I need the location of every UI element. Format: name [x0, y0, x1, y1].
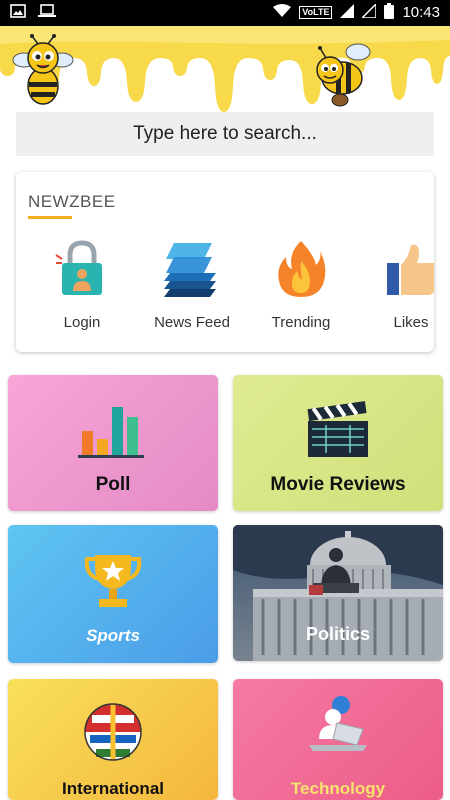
category-technology[interactable]: Technology	[233, 679, 443, 800]
thumbs-up-icon	[356, 238, 434, 300]
category-label: Movie Reviews	[270, 474, 406, 495]
clapperboard-icon	[233, 401, 443, 459]
stacked-layers-icon	[137, 238, 247, 300]
right-bee-mascot	[312, 38, 376, 115]
category-label: Sports	[86, 626, 140, 645]
category-movie-reviews[interactable]: Movie Reviews	[233, 375, 443, 511]
category-international[interactable]: International	[8, 679, 218, 800]
section-title-underline	[28, 216, 72, 219]
status-bar: VoLTE 10:43	[0, 0, 450, 26]
signal-icon	[340, 4, 355, 21]
laptop-person-icon	[233, 693, 443, 759]
flame-icon	[246, 238, 356, 300]
quick-link-trending[interactable]: Trending	[246, 238, 356, 331]
wifi-icon	[273, 4, 292, 21]
category-label: Poll	[95, 474, 131, 495]
quick-link-label: Trending	[271, 314, 331, 331]
quick-link-news-feed[interactable]: News Feed	[137, 238, 247, 331]
left-bee-mascot	[10, 34, 76, 113]
lock-person-icon	[27, 238, 137, 300]
category-label: International	[61, 779, 164, 798]
battery-icon	[384, 3, 395, 22]
newzbee-quick-links-card: NEWZBEE Login News Feed Trending Likes	[16, 172, 434, 352]
volte-badge: VoLTE	[299, 6, 333, 19]
category-label: Technology	[290, 779, 386, 798]
category-politics[interactable]: Politics	[233, 525, 443, 661]
quick-link-label: Login	[63, 314, 101, 331]
quick-link-label: News Feed	[154, 314, 230, 331]
quick-link-label: Likes	[393, 314, 429, 331]
category-poll[interactable]: Poll	[8, 375, 218, 511]
search-input[interactable]: Type here to search...	[16, 112, 434, 156]
clock: 10:43	[402, 4, 440, 21]
honey-header	[0, 26, 450, 116]
trophy-icon	[8, 551, 218, 611]
section-title: NEWZBEE	[28, 192, 116, 211]
world-flags-globe-icon	[8, 701, 218, 763]
bar-chart-icon	[8, 403, 218, 459]
category-label: Politics	[305, 624, 371, 644]
category-sports[interactable]: Sports	[8, 525, 218, 663]
quick-link-login[interactable]: Login	[27, 238, 137, 331]
gallery-icon	[10, 4, 26, 23]
laptop-icon	[38, 4, 56, 23]
quick-link-likes[interactable]: Likes	[356, 238, 434, 331]
no-sim-icon	[360, 2, 378, 21]
